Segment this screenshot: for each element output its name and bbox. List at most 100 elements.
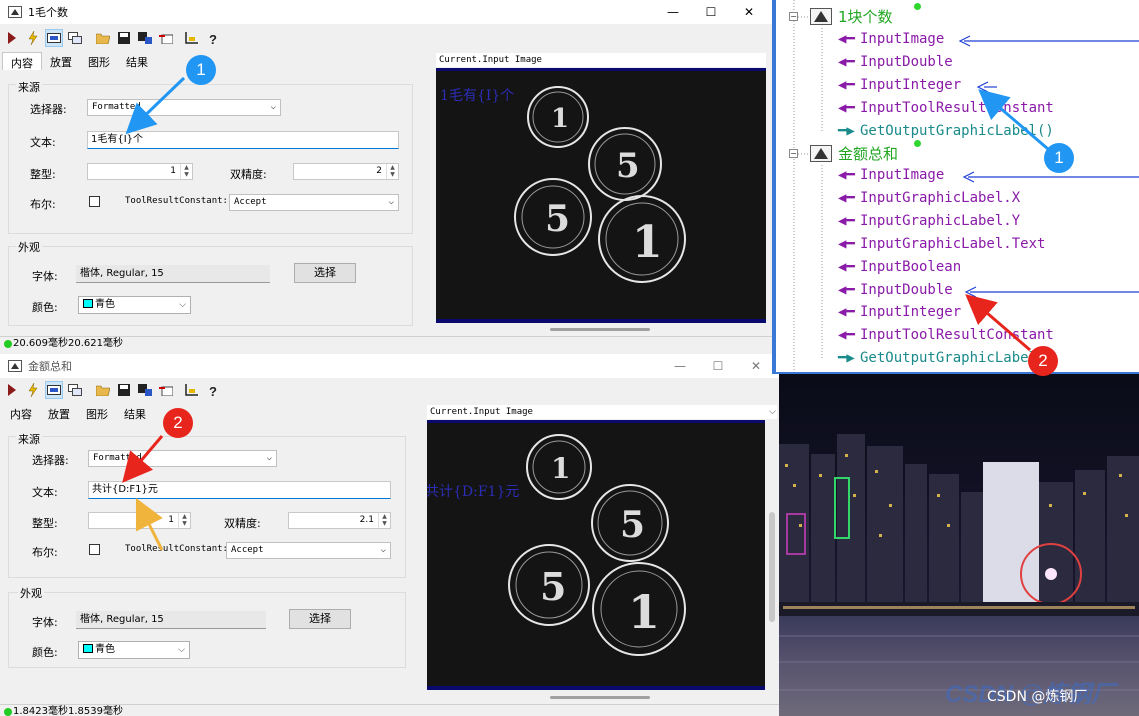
cyan-swatch	[83, 644, 93, 653]
integer-spinner[interactable]: 1 ▲ ▼	[88, 512, 191, 529]
selector-label: 选择器:	[32, 454, 69, 467]
trc-dropdown[interactable]: Accept ⌵	[229, 194, 399, 211]
lightning-icon[interactable]	[24, 29, 42, 47]
tree-item-input[interactable]: ◀━ InputInteger	[838, 304, 961, 320]
input-arrow-icon: ◀━	[838, 31, 855, 47]
image-icon[interactable]	[66, 29, 84, 47]
import-icon[interactable]	[157, 29, 175, 47]
content-panel: 来源 选择器: Formatted ⌵ 文本: 共计{D:F1}元 整型: 1 ▲ ▼…	[2, 422, 420, 684]
vertical-scrollbar[interactable]	[769, 512, 775, 622]
measure-icon[interactable]	[183, 29, 201, 47]
tree-item-label: InputGraphicLabel.X	[860, 189, 1021, 206]
status-bar: 20.609毫秒20.621毫秒	[0, 336, 772, 350]
tree-group-2[interactable]: 金额总和	[838, 143, 898, 164]
run-icon[interactable]	[3, 29, 21, 47]
boolean-checkbox[interactable]	[89, 544, 100, 555]
open-folder-icon[interactable]	[94, 29, 112, 47]
appearance-group-title: 外观	[18, 585, 44, 601]
tree-item-input[interactable]: ◀━ InputDouble	[838, 54, 953, 70]
boolean-checkbox[interactable]	[89, 196, 100, 207]
save-settings-icon[interactable]	[136, 29, 154, 47]
tree-item-label: InputGraphicLabel.Text	[860, 235, 1046, 252]
input-arrow-icon: ◀━	[838, 304, 855, 321]
collapse-group2-icon[interactable]: −	[789, 149, 798, 158]
input-arrow-icon: ◀━	[838, 235, 855, 252]
save-icon[interactable]	[115, 381, 133, 399]
tree-item-label: InputToolResultConstant	[860, 327, 1054, 344]
selector-dropdown[interactable]: Formatted ⌵	[88, 450, 277, 467]
splitter-handle[interactable]	[550, 696, 650, 699]
tree-item-input[interactable]: ◀━ InputImage	[838, 31, 944, 47]
svg-text:5: 5	[616, 146, 640, 186]
help-icon[interactable]: ?	[204, 29, 222, 47]
color-dropdown[interactable]: 青色 ⌵	[78, 296, 191, 314]
trc-label: ToolResultConstant:	[125, 544, 228, 554]
window-1mao-count: 1毛个数 — ☐ ✕ ? 内容 放置 图形 结果 来源 选择器: Formatt…	[0, 0, 772, 352]
svg-text:1: 1	[551, 452, 570, 485]
tree-group-1[interactable]: 1块个数	[838, 6, 893, 27]
open-folder-icon[interactable]	[94, 381, 112, 399]
selector-dropdown[interactable]: Formatted ⌵	[87, 99, 281, 116]
tree-item-label: InputImage	[860, 167, 945, 183]
minimize-button[interactable]: —	[661, 354, 699, 378]
tree-item-output[interactable]: ━▶ GetOutputGraphicLabel()	[838, 123, 1054, 139]
toolbar: ?	[0, 380, 222, 400]
double-label: 双精度:	[230, 168, 267, 181]
display-icon[interactable]	[45, 381, 63, 399]
tree-item-input[interactable]: ◀━ InputDouble	[838, 282, 953, 298]
tree-item-input[interactable]: ◀━ InputGraphicLabel.Text	[838, 236, 1045, 252]
save-settings-icon[interactable]	[136, 381, 154, 399]
close-button[interactable]: ✕	[737, 354, 775, 378]
integer-label: 整型:	[30, 168, 56, 181]
color-dropdown[interactable]: 青色 ⌵	[78, 641, 190, 659]
selector-label: 选择器:	[30, 103, 67, 116]
tree-item-label: InputBoolean	[860, 258, 962, 275]
integer-label: 整型:	[32, 517, 58, 530]
annotation-badge-1: 1	[1044, 143, 1074, 173]
minimize-button[interactable]: —	[654, 0, 692, 24]
tree-item-input[interactable]: ◀━ InputToolResultConstant	[838, 100, 1054, 116]
tree-item-output[interactable]: ━▶ GetOutputGraphicLabel()	[838, 350, 1054, 366]
image-display[interactable]: 1毛有{I}个 1 5 5 1	[436, 68, 766, 323]
tree-item-label: InputInteger	[860, 304, 962, 321]
input-arrow-icon: ◀━	[838, 189, 855, 206]
integer-spinner[interactable]: 1 ▲ ▼	[87, 163, 193, 180]
input-arrow-icon: ◀━	[838, 212, 855, 229]
choose-font-button[interactable]: 选择	[289, 609, 351, 629]
help-icon[interactable]: ?	[204, 381, 222, 399]
appearance-group-title: 外观	[16, 239, 42, 255]
boolean-label: 布尔:	[30, 198, 56, 211]
image-display[interactable]: 共计{D:F1}元 1 5 5 1	[427, 420, 765, 690]
trc-dropdown[interactable]: Accept ⌵	[226, 542, 391, 559]
splitter-handle[interactable]	[550, 328, 650, 331]
close-button[interactable]: ✕	[730, 0, 768, 24]
import-icon[interactable]	[157, 381, 175, 399]
double-spinner[interactable]: 2.1 ▲ ▼	[288, 512, 391, 529]
tree-item-label: InputGraphicLabel.Y	[860, 212, 1021, 229]
double-spinner[interactable]: 2 ▲ ▼	[293, 163, 399, 180]
svg-text:5: 5	[545, 198, 570, 240]
tree-item-input[interactable]: ◀━ InputToolResultConstant	[838, 327, 1054, 343]
tree-item-input[interactable]: ◀━ InputBoolean	[838, 259, 961, 275]
maximize-button[interactable]: ☐	[699, 354, 737, 378]
collapse-group1-icon[interactable]: −	[789, 12, 798, 21]
display-icon[interactable]	[45, 29, 63, 47]
svg-text:5: 5	[620, 504, 645, 546]
tree-item-input[interactable]: ◀━ InputGraphicLabel.Y	[838, 213, 1020, 229]
maximize-button[interactable]: ☐	[692, 0, 730, 24]
text-input[interactable]: 共计{D:F1}元	[88, 481, 391, 499]
text-input[interactable]: 1毛有{I}个	[87, 131, 399, 149]
run-icon[interactable]	[3, 381, 21, 399]
tree-item-input[interactable]: ◀━ InputGraphicLabel.X	[838, 190, 1020, 206]
tree-item-input[interactable]: ◀━ InputImage	[838, 167, 944, 183]
image-icon[interactable]	[66, 381, 84, 399]
measure-icon[interactable]	[183, 381, 201, 399]
tree-item-label: GetOutputGraphicLabel()	[860, 122, 1054, 139]
tree-item-input[interactable]: ◀━ InputInteger	[838, 77, 961, 93]
save-icon[interactable]	[115, 29, 133, 47]
svg-text:?: ?	[209, 384, 217, 397]
lightning-icon[interactable]	[24, 381, 42, 399]
window-title: 1毛个数	[28, 6, 68, 19]
chevron-down-icon[interactable]: ⌵	[769, 407, 776, 417]
choose-font-button[interactable]: 选择	[294, 263, 356, 283]
